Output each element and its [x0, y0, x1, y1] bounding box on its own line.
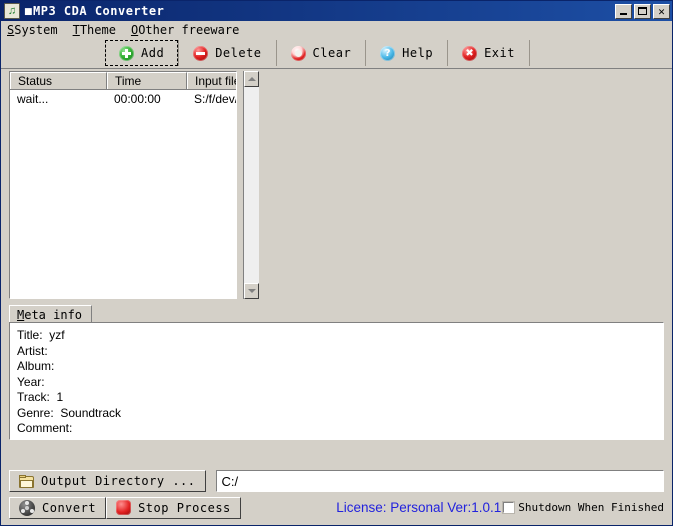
stop-process-button-label: Stop Process [138, 500, 231, 515]
output-directory-button-label: Output Directory ... [41, 474, 196, 488]
column-header-status[interactable]: Status [10, 72, 107, 89]
column-header-input-file[interactable]: Input file [187, 72, 236, 89]
exit-button-label: Exit [484, 46, 515, 60]
footer-area: Output Directory ... C:/ Convert Stop Pr… [1, 440, 672, 525]
meta-info-content: Title: yzf Artist: Album: Year: Track: 1… [9, 322, 664, 440]
exit-button[interactable]: ✖ Exit [448, 40, 530, 66]
license-area: License: Personal Ver:1.0.1 Shutdown Whe… [336, 500, 664, 515]
meta-line-year: Year: [17, 374, 45, 389]
menu-item-system-label: System [14, 23, 58, 37]
action-row: Convert Stop Process License: Personal V… [9, 496, 664, 519]
output-directory-row: Output Directory ... C:/ [9, 470, 664, 492]
menu-item-theme-label: Theme [79, 23, 116, 37]
meta-line-album: Album: [17, 359, 55, 373]
menu-item-theme[interactable]: TTheme [73, 22, 123, 38]
maximize-button[interactable] [634, 3, 651, 19]
window-title: ■MP3 CDA Converter [24, 4, 615, 18]
meta-line-genre: Genre: Soundtrack [17, 405, 122, 420]
menu-bar: SSystem TTheme OOther freeware [1, 21, 672, 39]
convert-button[interactable]: Convert [9, 496, 107, 519]
toolbar: Add Delete Clear ? Help ✖ Exit [1, 39, 672, 69]
tab-strip: Meta info [9, 305, 664, 322]
cell-status: wait... [17, 91, 49, 106]
scrollbar-track[interactable] [244, 87, 259, 283]
meta-line-title: Title: yzf [17, 328, 65, 342]
output-directory-button[interactable]: Output Directory ... [9, 470, 206, 492]
app-music-note-icon: ♫ [4, 3, 20, 19]
menu-item-system[interactable]: SSystem [7, 22, 65, 38]
window-controls: ✕ [615, 3, 670, 19]
window-title-text: MP3 CDA Converter [33, 4, 165, 18]
minimize-button[interactable] [615, 3, 632, 19]
meta-info-panel: Meta info Title: yzf Artist: Album: Year… [9, 305, 664, 440]
red-minus-circle-icon [193, 45, 209, 61]
help-button[interactable]: ? Help [366, 40, 449, 66]
meta-line-comment: Comment: [17, 421, 73, 435]
title-bar: ♫ ■MP3 CDA Converter ✕ [1, 1, 672, 21]
file-list-table: Status Time Input file Output file Per(%… [9, 71, 237, 299]
license-text: License: Personal Ver:1.0.1 [336, 500, 502, 515]
scroll-up-button[interactable] [244, 71, 259, 87]
meta-line-track: Track: 1 [17, 390, 64, 404]
cell-time: 00:00:00 [114, 91, 161, 106]
convert-button-label: Convert [42, 500, 97, 515]
output-path-input[interactable]: C:/ [215, 470, 664, 492]
help-button-label: Help [402, 46, 434, 60]
menu-item-other-freeware[interactable]: OOther freeware [131, 22, 246, 38]
green-plus-circle-icon [119, 45, 134, 61]
close-button[interactable]: ✕ [653, 3, 670, 19]
column-header-time[interactable]: Time [107, 72, 187, 89]
clear-button[interactable]: Clear [276, 40, 367, 66]
delete-button[interactable]: Delete [179, 40, 277, 66]
tab-meta-info[interactable]: Meta info [9, 305, 93, 322]
cell-input-file: S:/f/dev/video dvd creator/bin/da... [194, 91, 236, 106]
shutdown-when-finished-label: Shutdown When Finished [518, 501, 664, 514]
delete-button-label: Delete [215, 46, 262, 60]
red-ring-icon [290, 45, 306, 61]
blue-question-circle-icon: ? [380, 45, 396, 61]
table-body: wait... 00:00:00 S:/f/dev/video dvd crea… [10, 90, 236, 298]
scroll-down-button[interactable] [244, 283, 259, 299]
clear-button-label: Clear [312, 46, 352, 60]
menu-item-other-freeware-label: Other freeware [138, 23, 240, 37]
table-header-row: Status Time Input file Output file Per(% [10, 72, 236, 90]
red-x-circle-icon: ✖ [462, 45, 478, 61]
add-button-label: Add [141, 46, 165, 60]
meta-line-artist: Artist: [17, 343, 48, 358]
application-window: ♫ ■MP3 CDA Converter ✕ SSystem TTheme OO… [0, 0, 673, 526]
tab-meta-info-label: eta info [24, 307, 83, 322]
shutdown-when-finished-checkbox[interactable] [502, 501, 516, 514]
table-row[interactable]: wait... 00:00:00 S:/f/dev/video dvd crea… [10, 90, 236, 107]
red-stop-icon [116, 500, 132, 515]
title-box-glyph: ■ [24, 7, 34, 17]
stop-process-button[interactable]: Stop Process [106, 496, 241, 519]
file-list-area: Status Time Input file Output file Per(%… [1, 69, 672, 299]
film-reel-icon [19, 499, 35, 516]
add-button[interactable]: Add [105, 40, 180, 66]
folder-icon [19, 474, 34, 488]
table-vertical-scrollbar[interactable] [243, 71, 259, 299]
